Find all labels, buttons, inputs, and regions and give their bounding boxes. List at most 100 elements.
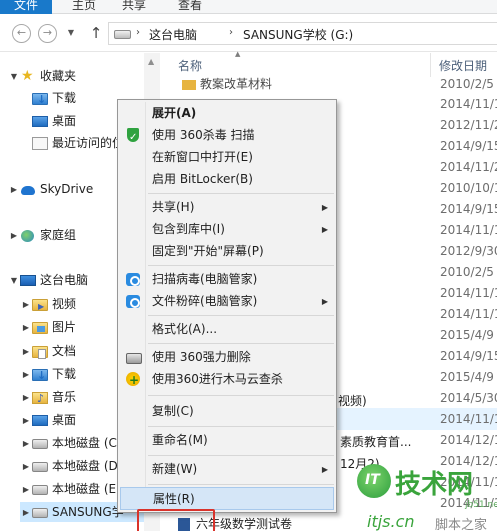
file-date: 2010/2/5 (440, 77, 494, 91)
removable-drive-icon (32, 507, 48, 518)
tree-disk-d[interactable]: ▶ 本地磁盘 (D (20, 456, 118, 476)
expand-arrow-icon[interactable]: ▶ (8, 226, 20, 246)
menu-item-share[interactable]: 共享(H) ▶ (120, 196, 334, 219)
menu-item-open-new-window[interactable]: 在新窗口中打开(E) (120, 146, 334, 169)
expand-arrow-icon[interactable]: ▶ (20, 457, 32, 477)
chevron-right-icon[interactable]: › (136, 27, 140, 38)
tab-file[interactable]: 文件 (0, 0, 52, 14)
watermark-url: itjs.cn (367, 512, 415, 531)
shield-360-icon (125, 126, 141, 149)
menu-item-new[interactable]: 新建(W) ▶ (120, 458, 334, 481)
itjs-logo-icon (357, 464, 391, 498)
menu-item-include-library[interactable]: 包含到库中(I) ▶ (120, 218, 334, 241)
homegroup-icon (20, 229, 36, 243)
menu-item-scan-virus[interactable]: 扫描病毒(电脑管家) (120, 268, 334, 291)
expand-arrow-icon[interactable]: ▶ (20, 295, 32, 315)
submenu-arrow-icon: ▶ (321, 225, 328, 234)
tree-recent[interactable]: 最近访问的位 (20, 133, 124, 153)
tree-this-pc[interactable]: ▼ 这台电脑 (8, 270, 88, 290)
tree-documents[interactable]: ▶ 文档 (20, 341, 76, 361)
tree-favorites[interactable]: ▼收藏夹 (8, 66, 76, 86)
chevron-right-icon[interactable]: › (229, 27, 233, 38)
cloud-icon (20, 184, 36, 196)
tree-downloads-pc[interactable]: ▶下载 (20, 364, 76, 386)
sort-caret-icon: ▲ (235, 50, 241, 58)
address-bar[interactable]: › 这台电脑 › SANSUNG学校 (G:) (108, 22, 497, 45)
menu-item-pin-start[interactable]: 固定到"开始"屏幕(P) (120, 240, 334, 263)
downloads-icon (32, 90, 48, 110)
menu-item-bitlocker[interactable]: 启用 BitLocker(B) (120, 168, 334, 191)
expand-arrow-icon[interactable]: ▶ (20, 365, 32, 385)
tab-share[interactable]: 共享 (114, 0, 154, 14)
tree-downloads[interactable]: 下载 (20, 88, 76, 110)
breadcrumb-this-pc[interactable]: 这台电脑 (149, 26, 197, 43)
expand-arrow-icon[interactable]: ▼ (8, 67, 20, 87)
expand-arrow-icon[interactable]: ▶ (20, 503, 32, 523)
computer-icon (20, 275, 36, 286)
expand-arrow-icon[interactable]: ▶ (20, 342, 32, 362)
recent-places-icon (32, 137, 48, 150)
file-date: 2014/11/1 (440, 412, 497, 426)
tree-desktop[interactable]: 桌面 (20, 111, 76, 131)
file-date: 2014/11/1 (440, 97, 497, 111)
breadcrumb-drive[interactable]: SANSUNG学校 (G:) (243, 26, 353, 43)
tree-skydrive[interactable]: ▶ SkyDrive (8, 179, 93, 199)
column-header-date[interactable]: 修改日期 (439, 57, 487, 74)
submenu-arrow-icon: ▶ (321, 203, 328, 212)
tree-music[interactable]: ▶音乐 (20, 387, 76, 409)
back-arrow-icon[interactable]: ← (12, 24, 31, 43)
folder-icon (182, 79, 196, 90)
menu-item-scan-360[interactable]: 使用 360杀毒 扫描 (120, 124, 334, 149)
menu-item-expand[interactable]: 展开(A) (120, 102, 334, 125)
file-name-partial[interactable]: 视频) (338, 390, 398, 412)
music-folder-icon (32, 389, 48, 409)
menu-item-rename[interactable]: 重命名(M) (120, 429, 334, 452)
file-date: 2010/2/5 (440, 265, 494, 279)
expand-arrow-icon[interactable]: ▶ (8, 180, 20, 200)
recent-locations-chevron-icon[interactable]: ▼ (65, 26, 77, 40)
expand-arrow-icon[interactable]: ▼ (8, 271, 20, 291)
forward-arrow-icon[interactable]: → (38, 24, 57, 43)
context-menu: 展开(A) 使用 360杀毒 扫描 在新窗口中打开(E) 启用 BitLocke… (117, 99, 337, 513)
menu-item-360-force-delete[interactable]: 使用 360强力删除 (120, 346, 334, 369)
file-date: 2014/11/1 (440, 307, 497, 321)
file-name-partial[interactable]: 教案改革材料 (182, 73, 282, 95)
menu-item-file-shredder[interactable]: 文件粉碎(电脑管家) ▶ (120, 290, 334, 313)
drive-icon (32, 484, 48, 495)
column-header-name[interactable]: 名称 (178, 57, 202, 74)
scroll-up-icon[interactable]: ▲ (148, 57, 154, 66)
expand-arrow-icon[interactable]: ▶ (20, 411, 32, 431)
expand-arrow-icon[interactable]: ▶ (20, 480, 32, 500)
star-icon (20, 66, 36, 86)
tree-homegroup[interactable]: ▶ 家庭组 (8, 225, 76, 245)
file-date: 2010/10/1 (440, 181, 497, 195)
tab-view[interactable]: 查看 (170, 0, 210, 14)
tree-disk-e[interactable]: ▶ 本地磁盘 (E: (20, 479, 120, 499)
up-arrow-icon[interactable]: ↑ (88, 24, 104, 42)
expand-arrow-icon[interactable]: ▶ (20, 434, 32, 454)
file-date: 2015/4/9 (440, 328, 494, 342)
tree-disk-c[interactable]: ▶ 本地磁盘 (C (20, 433, 117, 453)
watermark-site: jb51.net (465, 500, 497, 510)
file-date: 2014/9/15 (440, 139, 497, 153)
file-name-partial[interactable]: 素质教育首... (340, 431, 432, 453)
shredder-icon (125, 350, 142, 365)
windows-drive-icon (32, 438, 48, 449)
tree-pictures[interactable]: ▶ 图片 (20, 317, 76, 337)
file-date: 2014/9/15 (440, 349, 497, 363)
menu-item-copy[interactable]: 复制(C) (120, 400, 334, 423)
file-date: 2014/5/30 (440, 391, 497, 405)
menu-item-360-trojan-scan[interactable]: 使用360进行木马云查杀 (120, 368, 334, 392)
highlight-box (137, 509, 215, 531)
watermark-brand: 脚本之家 (435, 518, 488, 531)
expand-arrow-icon[interactable]: ▶ (20, 388, 32, 408)
tree-videos[interactable]: ▶视频 (20, 294, 76, 317)
drive-icon (114, 30, 131, 39)
expand-arrow-icon[interactable]: ▶ (20, 318, 32, 338)
tab-home[interactable]: 主页 (64, 0, 104, 14)
menu-item-properties[interactable]: 属性(R) (120, 487, 334, 510)
trojan-scan-icon (125, 369, 141, 392)
menu-item-format[interactable]: 格式化(A)... (120, 318, 334, 341)
tree-desktop-pc[interactable]: ▶ 桌面 (20, 410, 76, 430)
drive-icon (32, 461, 48, 472)
